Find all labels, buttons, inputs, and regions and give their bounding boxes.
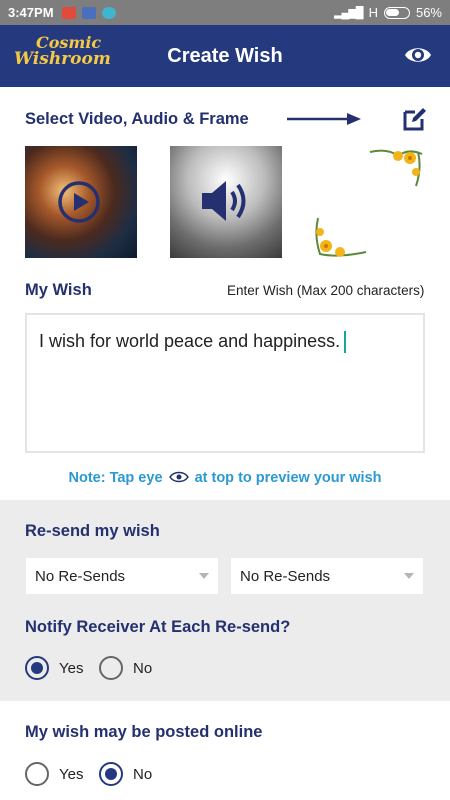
post-online-yes-radio[interactable]: Yes: [25, 762, 83, 786]
media-heading: Select Video, Audio & Frame: [25, 110, 249, 128]
dropdown-arrow-icon: [404, 573, 414, 579]
notification-icons: [61, 6, 116, 19]
dropdown-value: No Re-Sends: [240, 568, 331, 585]
flower-frame-corner-icon: [315, 217, 367, 257]
resend-interval-dropdown[interactable]: No Re-Sends: [231, 558, 423, 594]
text-cursor: [344, 331, 347, 354]
signal-icon: ▂▄▆█: [334, 7, 363, 19]
eye-icon: [168, 471, 189, 483]
radio-selected-icon: [25, 656, 49, 680]
notify-yes-radio[interactable]: Yes: [25, 656, 83, 680]
radio-label: Yes: [59, 765, 84, 783]
wish-input[interactable]: I wish for world peace and happiness.: [25, 313, 425, 453]
app-notification-icon: [81, 6, 96, 19]
arrow-right-icon: [287, 113, 361, 125]
post-online-heading: My wish may be posted online: [25, 723, 263, 741]
gmail-icon: [61, 6, 76, 19]
preview-note: Note: Tap eye at top to preview your wis…: [0, 470, 450, 486]
radio-label: No: [133, 659, 153, 677]
audio-thumbnail[interactable]: [170, 146, 282, 258]
radio-unselected-icon: [25, 762, 49, 786]
edit-icon[interactable]: [402, 106, 428, 132]
dropdown-arrow-icon: [199, 573, 209, 579]
wish-char-limit-hint: Enter Wish (Max 200 characters): [227, 283, 425, 298]
notify-heading: Notify Receiver At Each Re-send?: [25, 618, 291, 636]
battery-icon: [383, 6, 410, 19]
battery-percent: 56%: [415, 5, 442, 20]
play-icon: [58, 181, 100, 223]
radio-label: Yes: [59, 659, 84, 677]
app-logo: Cosmic Wishroom: [14, 35, 111, 77]
speaker-icon: [202, 181, 246, 221]
resend-count-dropdown[interactable]: No Re-Sends: [26, 558, 218, 594]
flower-frame-corner-icon: [369, 149, 423, 187]
eye-icon[interactable]: [404, 43, 432, 67]
radio-selected-icon: [99, 762, 123, 786]
dropdown-value: No Re-Sends: [35, 568, 126, 585]
frame-thumbnail[interactable]: [312, 146, 424, 258]
note-text-after: at top to preview your wish: [194, 470, 382, 486]
app-bar: Cosmic Wishroom Create Wish: [0, 25, 450, 87]
wish-heading: My Wish: [25, 281, 92, 299]
logo-line-2: Wishroom: [14, 49, 111, 69]
radio-unselected-icon: [99, 656, 123, 680]
status-time: 3:47PM: [8, 5, 54, 20]
wish-text: I wish for world peace and happiness.: [39, 331, 341, 351]
post-online-no-radio[interactable]: No: [99, 762, 152, 786]
video-thumbnail[interactable]: [25, 146, 137, 258]
status-bar: 3:47PM ▂▄▆█ H 56%: [0, 0, 450, 25]
radio-label: No: [133, 765, 153, 783]
alarm-app-icon: [101, 6, 116, 19]
network-type: H: [368, 5, 378, 20]
resend-heading: Re-send my wish: [25, 522, 160, 540]
notify-no-radio[interactable]: No: [99, 656, 152, 680]
note-text-before: Note: Tap eye: [68, 470, 163, 486]
